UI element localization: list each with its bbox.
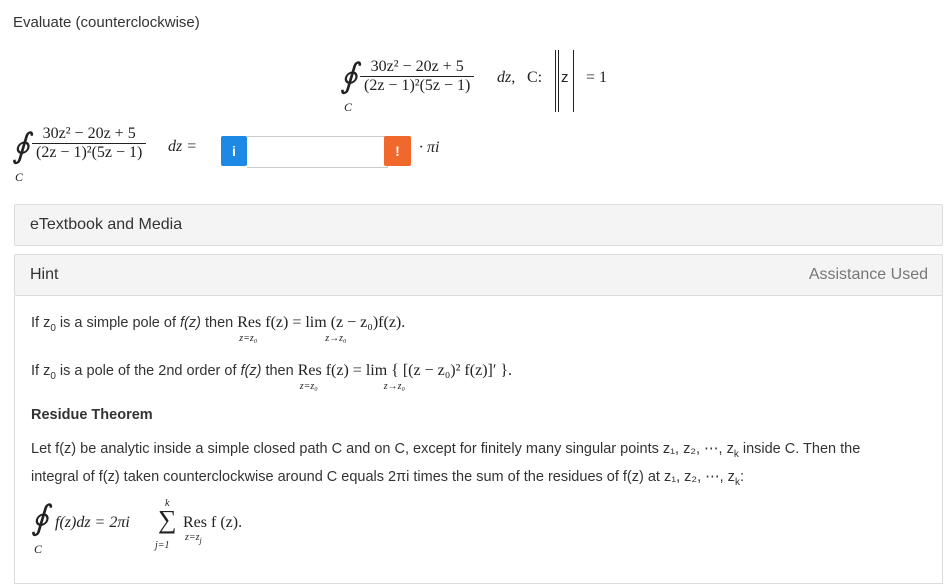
answer-dz-equals: dz = (168, 138, 198, 155)
answer-fraction: 30z² − 20z + 5 (2z − 1)²(5z − 1) (32, 125, 147, 162)
simple-pole-prefix: If z (31, 315, 51, 331)
info-button[interactable]: i (221, 136, 247, 166)
theorem-line-2: integral of f(z) taken counterclockwise … (31, 466, 911, 494)
contour-integral-symbol: ∮ (340, 58, 358, 95)
second-order-then: then (261, 363, 298, 379)
assistance-used-status: Assistance Used (808, 266, 928, 283)
contour-subscript: C (344, 100, 353, 114)
simple-pole-fz: f(z) (180, 315, 201, 331)
theorem-formula-left: f(z)dz = 2πi (55, 514, 130, 531)
theorem-contour-sub: C (34, 542, 43, 556)
contour-label: C: (527, 69, 543, 86)
theorem-res-under: z=zj (185, 532, 202, 545)
summation-symbol: ∑ (158, 505, 177, 534)
hint-header[interactable]: Hint Assistance Used (14, 254, 943, 296)
second-order-prefix: If z (31, 363, 51, 379)
theorem-text-2: integral of f(z) taken counterclockwise … (31, 468, 735, 485)
answer-integral: ∮ C 30z² − 20z + 5 (2z − 1)²(5z − 1) dz … (12, 122, 222, 184)
theorem-text-1: Let f(z) be analytic inside a simple clo… (31, 441, 734, 457)
contour-integral-symbol: ∮ (12, 128, 30, 165)
theorem-text-2-end: : (739, 468, 744, 485)
residue-theorem-formula: ∮ C f(z)dz = 2πi k ∑ j=1 Res f (z). z=zj (31, 496, 331, 560)
contour-variable: z (561, 69, 569, 86)
second-order-under-res: z=z₀ (299, 381, 318, 392)
residue-theorem-title: Residue Theorem (31, 407, 153, 423)
theorem-res-under-text: z=z (185, 532, 200, 543)
pi-i-suffix: · πi (419, 139, 440, 156)
answer-numerator: 30z² − 20z + 5 (42, 125, 136, 142)
problem-numerator: 30z² − 20z + 5 (370, 58, 464, 75)
simple-pole-then: then (200, 315, 238, 331)
hint-title: Hint (30, 266, 59, 283)
problem-dz: dz, (497, 69, 516, 86)
theorem-text-1-end: inside C. Then the (738, 441, 861, 457)
problem-denominator: (2z − 1)²(5z − 1) (360, 76, 475, 95)
theorem-line-1: Let f(z) be analytic inside a simple clo… (31, 438, 911, 466)
contour-equals: = 1 (586, 69, 608, 86)
warning-button[interactable]: ! (384, 136, 411, 166)
simple-pole-mid: is a simple pole of (55, 315, 181, 331)
hint-body: If z0 is a simple pole of f(z) then Res … (14, 296, 943, 584)
sum-lower-limit: j=1 (155, 540, 170, 551)
theorem-formula-right: Res f (z). (183, 514, 243, 531)
simple-pole-under-res: z=z₀ (239, 333, 258, 344)
contour-integral-symbol: ∮ (31, 500, 49, 537)
second-order-fz: f(z) (240, 363, 262, 379)
abs-bar-right (573, 50, 574, 112)
abs-bar-left-outer (555, 50, 556, 112)
simple-pole-formula-text: Res f(z) = lim (z − z₀)f(z). (237, 314, 406, 331)
simple-pole-under-lim: z→z₀ (325, 333, 347, 344)
etextbook-media-label: eTextbook and Media (30, 216, 183, 233)
second-order-formula-text: Res f(z) = lim { [(z − z₀)² f(z)]′ }. (297, 362, 513, 379)
etextbook-media-panel[interactable]: eTextbook and Media (14, 204, 943, 246)
simple-pole-line: If z0 is a simple pole of f(z) then Res … (31, 314, 406, 344)
second-order-line: If z0 is a pole of the 2nd order of f(z)… (31, 362, 513, 392)
second-order-formula: Res f(z) = lim { [(z − z₀)² f(z)]′ }. z=z… (297, 362, 513, 392)
contour-subscript: C (15, 170, 24, 184)
answer-input[interactable] (247, 136, 388, 168)
theorem-res-under-sub: j (199, 536, 202, 545)
problem-integral: ∮ C 30z² − 20z + 5 (2z − 1)²(5z − 1) dz,… (340, 50, 640, 122)
problem-fraction: 30z² − 20z + 5 (2z − 1)²(5z − 1) (360, 58, 475, 95)
second-order-mid: is a pole of the 2nd order of (55, 363, 241, 379)
instruction-text: Evaluate (counterclockwise) (13, 14, 200, 31)
residue-theorem-text: Let f(z) be analytic inside a simple clo… (31, 438, 911, 494)
second-order-under-lim: z→z₀ (383, 381, 405, 392)
answer-denominator: (2z − 1)²(5z − 1) (32, 143, 147, 162)
simple-pole-formula: Res f(z) = lim (z − z₀)f(z). z=z₀ z→z₀ (237, 314, 406, 344)
abs-bar-left-inner (558, 50, 559, 112)
